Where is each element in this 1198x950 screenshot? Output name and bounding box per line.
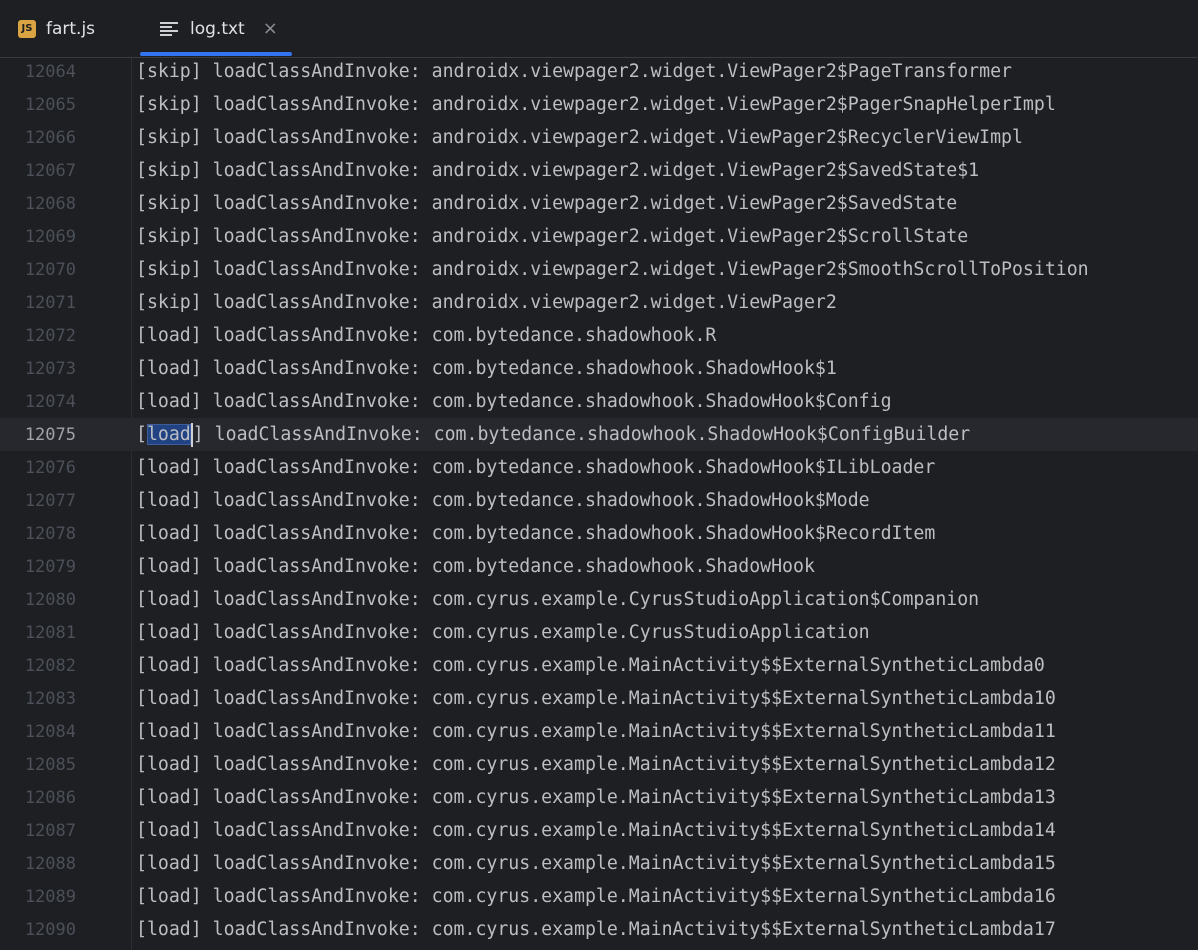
line-number: 12078 — [24, 523, 76, 544]
line-text: [skip] loadClassAndInvoke: androidx.view… — [136, 259, 1089, 280]
line-text: [load] loadClassAndInvoke: com.cyrus.exa… — [136, 919, 1056, 940]
tab-label: log.txt — [190, 18, 245, 39]
line-text: [load] loadClassAndInvoke: com.cyrus.exa… — [136, 886, 1056, 907]
line-number: 12082 — [24, 655, 76, 676]
line-text: [load] loadClassAndInvoke: com.bytedance… — [136, 358, 837, 379]
line-number: 12073 — [24, 358, 76, 379]
line-text: [skip] loadClassAndInvoke: androidx.view… — [136, 61, 1012, 82]
line-text: [load] loadClassAndInvoke: com.bytedance… — [136, 490, 870, 511]
text-file-icon — [160, 21, 178, 36]
editor-line[interactable]: 12064 [skip] loadClassAndInvoke: androidx… — [0, 58, 1198, 88]
line-text: [load] loadClassAndInvoke: com.cyrus.exa… — [136, 787, 1056, 808]
line-number: 12076 — [24, 457, 76, 478]
line-text: [load] loadClassAndInvoke: com.bytedance… — [136, 457, 936, 478]
line-number: 12077 — [24, 490, 76, 511]
line-number: 12080 — [24, 589, 76, 610]
line-text: [skip] loadClassAndInvoke: androidx.view… — [136, 94, 1056, 115]
line-text: [skip] loadClassAndInvoke: androidx.view… — [136, 127, 1023, 148]
editor-line[interactable]: 12089 [load] loadClassAndInvoke: com.cyru… — [0, 880, 1198, 913]
line-number: 12081 — [24, 622, 76, 643]
line-number: 12075 — [24, 424, 76, 445]
close-icon[interactable]: × — [263, 19, 278, 38]
editor-line[interactable]: 12085 [load] loadClassAndInvoke: com.cyru… — [0, 748, 1198, 781]
line-text: [load] loadClassAndInvoke: com.bytedance… — [136, 325, 717, 346]
line-number: 12090 — [24, 919, 76, 940]
line-text: [load] loadClassAndInvoke: com.bytedance… — [136, 422, 971, 447]
line-number: 12067 — [24, 160, 76, 181]
editor-line[interactable]: 12081 [load] loadClassAndInvoke: com.cyru… — [0, 616, 1198, 649]
line-number: 12071 — [24, 292, 76, 313]
line-text-suffix: ] loadClassAndInvoke: com.bytedance.shad… — [192, 423, 971, 445]
line-text: [load] loadClassAndInvoke: com.bytedance… — [136, 391, 892, 412]
editor-line[interactable]: 12090 [load] loadClassAndInvoke: com.cyru… — [0, 913, 1198, 946]
line-text: [load] loadClassAndInvoke: com.cyrus.exa… — [136, 721, 1056, 742]
line-number: 12079 — [24, 556, 76, 577]
line-number: 12070 — [24, 259, 76, 280]
line-text: [load] loadClassAndInvoke: com.bytedance… — [136, 556, 815, 577]
editor-line[interactable]: 12072 [load] loadClassAndInvoke: com.byte… — [0, 319, 1198, 352]
editor-line[interactable]: 12078 [load] loadClassAndInvoke: com.byte… — [0, 517, 1198, 550]
line-number: 12068 — [24, 193, 76, 214]
editor-line[interactable]: 12077 [load] loadClassAndInvoke: com.byte… — [0, 484, 1198, 517]
line-number: 12069 — [24, 226, 76, 247]
line-number: 12089 — [24, 886, 76, 907]
line-text: [load] loadClassAndInvoke: com.cyrus.exa… — [136, 853, 1056, 874]
active-tab-indicator — [140, 52, 292, 56]
editor-line[interactable]: 12087 [load] loadClassAndInvoke: com.cyru… — [0, 814, 1198, 847]
editor-line[interactable]: 12071 [skip] loadClassAndInvoke: androidx… — [0, 286, 1198, 319]
line-number: 12074 — [24, 391, 76, 412]
line-number: 12083 — [24, 688, 76, 709]
editor-line[interactable]: 12088 [load] loadClassAndInvoke: com.cyru… — [0, 847, 1198, 880]
editor-line[interactable]: 12082 [load] loadClassAndInvoke: com.cyru… — [0, 649, 1198, 682]
line-text: [skip] loadClassAndInvoke: androidx.view… — [136, 226, 969, 247]
line-text: [load] loadClassAndInvoke: com.cyrus.exa… — [136, 820, 1056, 841]
line-text: [load] loadClassAndInvoke: com.cyrus.exa… — [136, 622, 870, 643]
editor-tab-bar: JS fart.js log.txt × — [0, 0, 1198, 58]
editor-line[interactable]: 12076 [load] loadClassAndInvoke: com.byte… — [0, 451, 1198, 484]
line-number: 12072 — [24, 325, 76, 346]
line-number: 12084 — [24, 721, 76, 742]
tab-log-txt[interactable]: log.txt × — [160, 0, 278, 57]
line-number: 12065 — [24, 94, 76, 115]
editor-line[interactable]: 12086 [load] loadClassAndInvoke: com.cyru… — [0, 781, 1198, 814]
editor-line[interactable]: 12074 [load] loadClassAndInvoke: com.byte… — [0, 385, 1198, 418]
editor-line[interactable]: 12073 [load] loadClassAndInvoke: com.byte… — [0, 352, 1198, 385]
tab-label: fart.js — [46, 18, 96, 39]
editor-line[interactable]: 12068 [skip] loadClassAndInvoke: androidx… — [0, 187, 1198, 220]
current-line[interactable]: 12075 [load] loadClassAndInvoke: com.byte… — [0, 418, 1198, 451]
line-number: 12064 — [24, 61, 76, 82]
editor-line[interactable]: 12070 [skip] loadClassAndInvoke: androidx… — [0, 253, 1198, 286]
line-number: 12066 — [24, 127, 76, 148]
line-text: [load] loadClassAndInvoke: com.cyrus.exa… — [136, 688, 1056, 709]
line-number: 12086 — [24, 787, 76, 808]
line-text: [load] loadClassAndInvoke: com.cyrus.exa… — [136, 754, 1056, 775]
editor-line[interactable]: 12080 [load] loadClassAndInvoke: com.cyru… — [0, 583, 1198, 616]
line-text: [load] loadClassAndInvoke: com.cyrus.exa… — [136, 589, 980, 610]
editor-line[interactable]: 12084 [load] loadClassAndInvoke: com.cyru… — [0, 715, 1198, 748]
editor-line[interactable]: 12069 [skip] loadClassAndInvoke: androidx… — [0, 220, 1198, 253]
editor-line[interactable]: 12079 [load] loadClassAndInvoke: com.byte… — [0, 550, 1198, 583]
editor-line[interactable]: 12065 [skip] loadClassAndInvoke: androidx… — [0, 88, 1198, 121]
text-editor[interactable]: 12064 [skip] loadClassAndInvoke: androidx… — [0, 58, 1198, 950]
tab-fart-js[interactable]: JS fart.js — [18, 0, 95, 57]
line-text: [skip] loadClassAndInvoke: androidx.view… — [136, 193, 958, 214]
line-text: [load] loadClassAndInvoke: com.cyrus.exa… — [136, 655, 1045, 676]
text-selection: load — [146, 423, 191, 445]
line-number: 12088 — [24, 853, 76, 874]
js-file-icon: JS — [18, 19, 36, 38]
line-text: [skip] loadClassAndInvoke: androidx.view… — [136, 160, 980, 181]
line-number: 12085 — [24, 754, 76, 775]
line-text: [load] loadClassAndInvoke: com.bytedance… — [136, 523, 936, 544]
line-text-prefix: [ — [136, 423, 147, 445]
line-text: [skip] loadClassAndInvoke: androidx.view… — [136, 292, 837, 313]
editor-line[interactable]: 12067 [skip] loadClassAndInvoke: androidx… — [0, 154, 1198, 187]
line-number: 12087 — [24, 820, 76, 841]
editor-line[interactable]: 12083 [load] loadClassAndInvoke: com.cyru… — [0, 682, 1198, 715]
editor-line[interactable]: 12066 [skip] loadClassAndInvoke: androidx… — [0, 121, 1198, 154]
